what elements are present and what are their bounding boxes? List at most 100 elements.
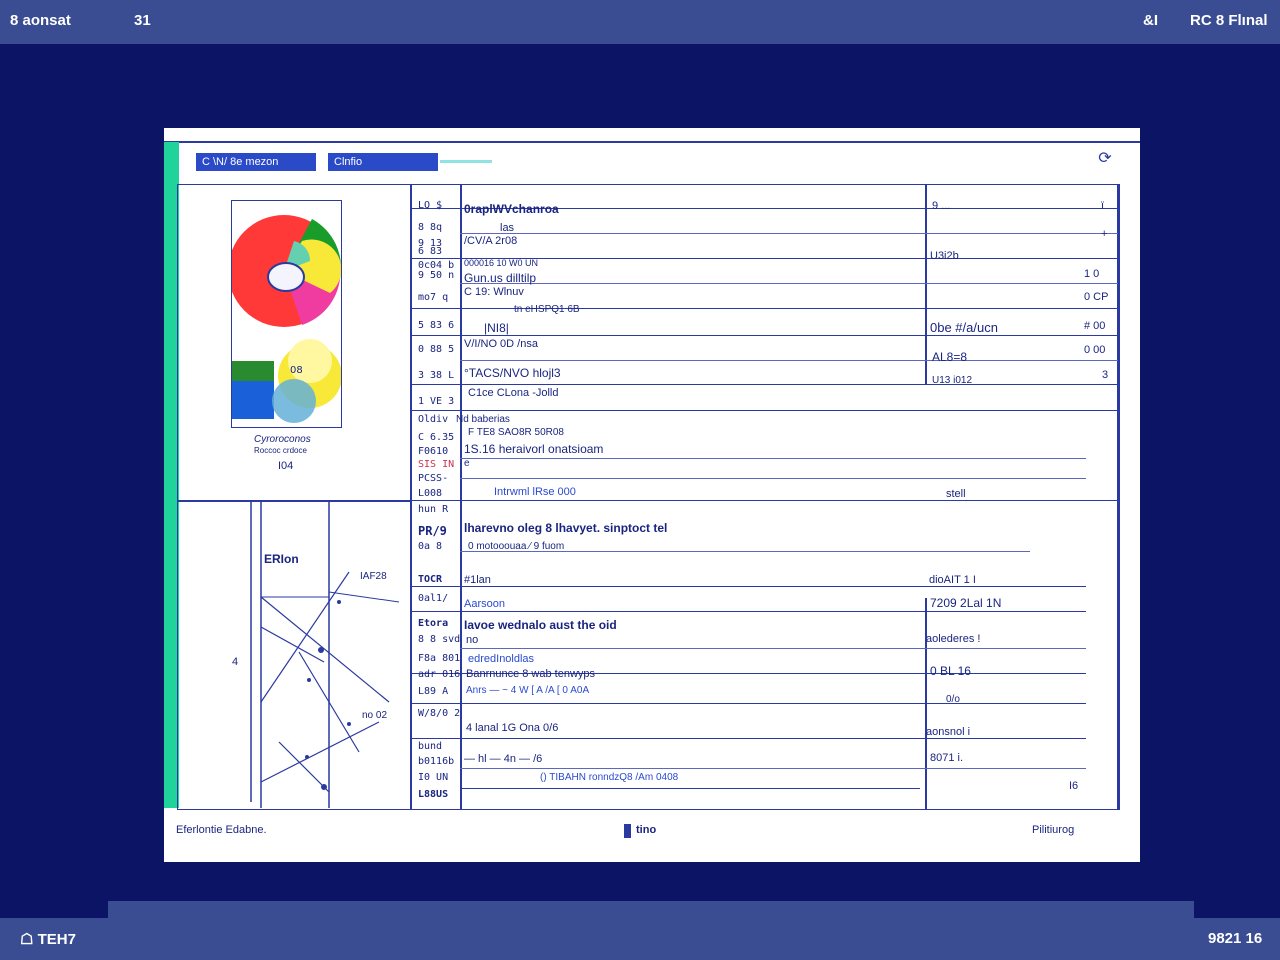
right-column-divider-bottom: [925, 598, 927, 810]
row-text: |NI8|: [484, 321, 509, 335]
row-code: mo7 q: [418, 292, 449, 303]
row-mark: 1 0: [1084, 268, 1100, 280]
far-right-divider: [1117, 184, 1119, 810]
lower-circle-cyan: [272, 379, 316, 423]
section-code: PR/9: [418, 524, 447, 538]
row-mark: 3: [1102, 369, 1109, 381]
section-code: 0al1/: [418, 593, 449, 604]
row-line: [460, 283, 1118, 284]
row-code: LQ $: [418, 200, 443, 211]
row-mark: ï: [1101, 200, 1105, 212]
left-column-divider: [410, 184, 412, 810]
row-mark: 0 CP: [1084, 291, 1109, 303]
footer-right-text[interactable]: Pilitiurog: [1032, 824, 1074, 836]
section-code: adr 016: [418, 669, 460, 680]
color-wheel-chart: 08: [232, 215, 341, 423]
section-text: no: [466, 634, 479, 646]
section-code: L88US: [418, 789, 449, 800]
section-text: 0 motooouaa ⁄ 9 fuom: [468, 541, 565, 552]
mid-code: PCSS-: [418, 473, 449, 484]
row-mark: +: [1101, 228, 1108, 240]
row-line: [460, 768, 1086, 769]
top-right-indicator[interactable]: &I: [1143, 12, 1158, 29]
row-text: V/I/NO 0D /nsa: [464, 338, 538, 350]
window-title: 8 aonsat: [10, 12, 71, 29]
mid-code: SIS IN: [418, 459, 455, 470]
chart-caption-num: I04: [278, 460, 294, 472]
section-text: Banrnunce 8 wab tenwyps: [466, 668, 596, 680]
section-code: I0 UN: [418, 772, 449, 783]
row-line: [410, 738, 1086, 739]
row-text: Gun.us dilltilp: [464, 271, 537, 285]
section-right: 7209 2Lal 1N: [930, 596, 1002, 610]
section-code: 8 8 svd: [418, 634, 460, 645]
row-line: [410, 703, 1086, 704]
bottom-status-bar: ☖ TEH7 9821 16: [0, 901, 1280, 960]
row-line: [410, 410, 1120, 411]
section-code: Etora: [418, 618, 449, 629]
row-line: [460, 458, 1086, 459]
row-code: 9 50 n: [418, 270, 455, 281]
row-line: [460, 478, 1086, 479]
row-right-value: 9 ...: [932, 200, 951, 212]
row-code: 1 VE 3: [418, 396, 455, 407]
section-text: — hl — 4n — /6: [464, 753, 543, 765]
row-text: tn eHSPQ1 6B: [514, 304, 580, 315]
row-code: 0 88 5: [418, 344, 455, 355]
row-line: [460, 788, 920, 789]
section-code: W/8/0 2: [418, 708, 460, 719]
section-code: TOCR: [418, 574, 443, 585]
section-code: hun R: [418, 504, 449, 515]
row-text: las: [500, 222, 515, 234]
section-code: L89 A: [418, 686, 449, 697]
row-line: [410, 611, 1086, 612]
section-code: 0a 8: [418, 541, 443, 552]
document-window: C \N/ 8e mezon Clnfio ⟳ LQ $ 8 8q 9 13 6…: [164, 128, 1140, 862]
right-column-divider-top: [925, 184, 927, 384]
line-diagram: [250, 502, 400, 808]
mid-code: Oldiv: [418, 414, 449, 425]
diagram-label: ERIon: [264, 552, 299, 566]
footer-center-text[interactable]: tino: [636, 824, 656, 836]
row-text: °TACS/NVO hlojl3: [464, 366, 561, 380]
section-heading: lharevno oleg 8 lhavyet. sinptoct tel: [464, 521, 668, 535]
chart-caption: Cyroroconos: [254, 434, 311, 445]
top-right-label[interactable]: RC 8 Flınal: [1190, 12, 1268, 29]
section-code: F8a 8015: [418, 653, 460, 664]
row-right-value: U13 i012: [932, 375, 973, 386]
section-code: b0116b: [418, 756, 455, 767]
section-right: aonsnol i: [926, 726, 971, 738]
lower-circle-light: [288, 339, 332, 383]
row-line: [410, 500, 1120, 501]
chart-caption-sub: Roccoc crdoce: [254, 446, 307, 455]
mid-text: Intrwml lRse 000: [494, 486, 576, 498]
mid-text: 1S.16 heraivorl onatsioam: [464, 442, 604, 456]
row-right-value: U3i2b: [930, 250, 959, 262]
status-right: 9821 16: [1208, 930, 1263, 947]
mid-text: Nd baberias: [456, 414, 510, 425]
section-code: bund: [418, 741, 443, 752]
wheel-center: [267, 262, 305, 292]
row-text: C1ce CLona -Jolld: [468, 387, 559, 399]
section-text: #1lan: [464, 574, 491, 586]
code-column-divider: [460, 184, 462, 810]
window-number: 31: [134, 12, 151, 29]
color-chart-frame: 08: [231, 200, 342, 428]
diagram-label: 4: [232, 656, 239, 668]
section-heading: Iavoe wednalo aust the oid: [464, 618, 617, 632]
row-text: C 19: Wlnuv: [464, 286, 524, 298]
tab-second[interactable]: Clnfio: [328, 153, 438, 171]
status-left[interactable]: ☖ TEH7: [20, 930, 76, 948]
row-title: 0raplWVchanroa: [464, 202, 559, 216]
row-code: 3 38 L: [418, 370, 455, 381]
section-right: aolederes !: [926, 633, 981, 645]
tab-first[interactable]: C \N/ 8e mezon: [196, 153, 316, 171]
section-right: 0 BL 16: [930, 664, 971, 678]
row-text: /CV/A 2r08: [464, 235, 518, 247]
diagram-label: IAF28: [360, 571, 387, 582]
footer-marker-icon: [624, 824, 631, 838]
refresh-icon[interactable]: ⟳: [1096, 150, 1114, 168]
row-line: [460, 648, 1086, 649]
section-text: 4 lanal 1G Ona 0/6: [466, 722, 559, 734]
row-code: 6 83: [418, 246, 443, 257]
